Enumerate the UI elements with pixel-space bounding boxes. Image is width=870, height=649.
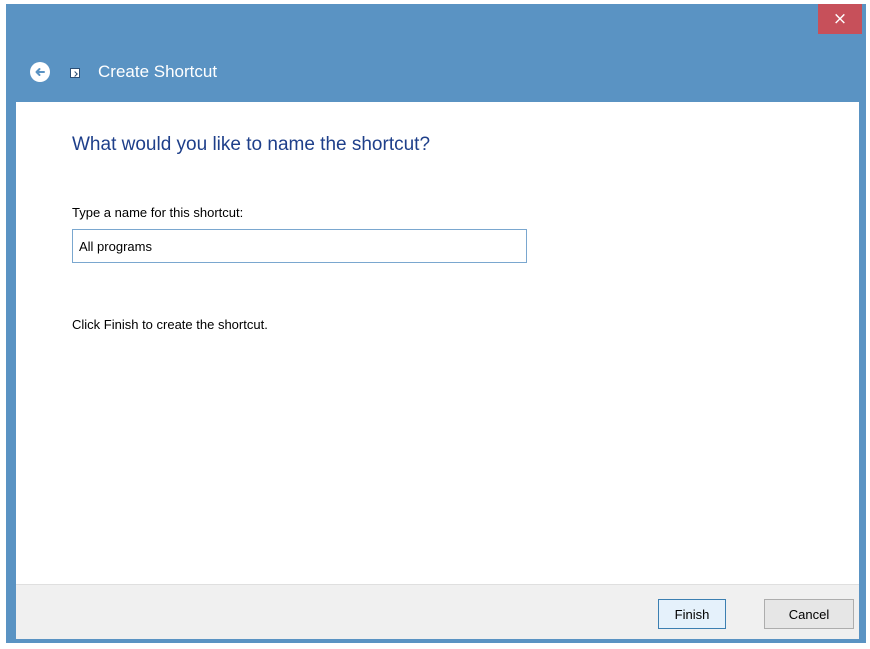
shortcut-name-label: Type a name for this shortcut: xyxy=(72,205,244,220)
finish-hint: Click Finish to create the shortcut. xyxy=(72,317,268,332)
wizard-content: What would you like to name the shortcut… xyxy=(16,102,859,584)
back-arrow-icon[interactable] xyxy=(34,66,46,78)
shortcut-name-input[interactable] xyxy=(72,229,527,263)
shortcut-icon xyxy=(70,68,80,78)
finish-button[interactable]: Finish xyxy=(658,599,726,629)
create-shortcut-window: × Create Shortcut What would you like to… xyxy=(6,4,866,643)
button-bar: Finish Cancel xyxy=(16,584,859,639)
cancel-button[interactable]: Cancel xyxy=(764,599,854,629)
back-button[interactable] xyxy=(30,62,50,82)
window-title: Create Shortcut xyxy=(98,62,218,81)
page-title: What would you like to name the shortcut… xyxy=(72,134,431,155)
close-icon[interactable]: × xyxy=(833,9,847,29)
close-button[interactable]: × xyxy=(818,4,862,34)
